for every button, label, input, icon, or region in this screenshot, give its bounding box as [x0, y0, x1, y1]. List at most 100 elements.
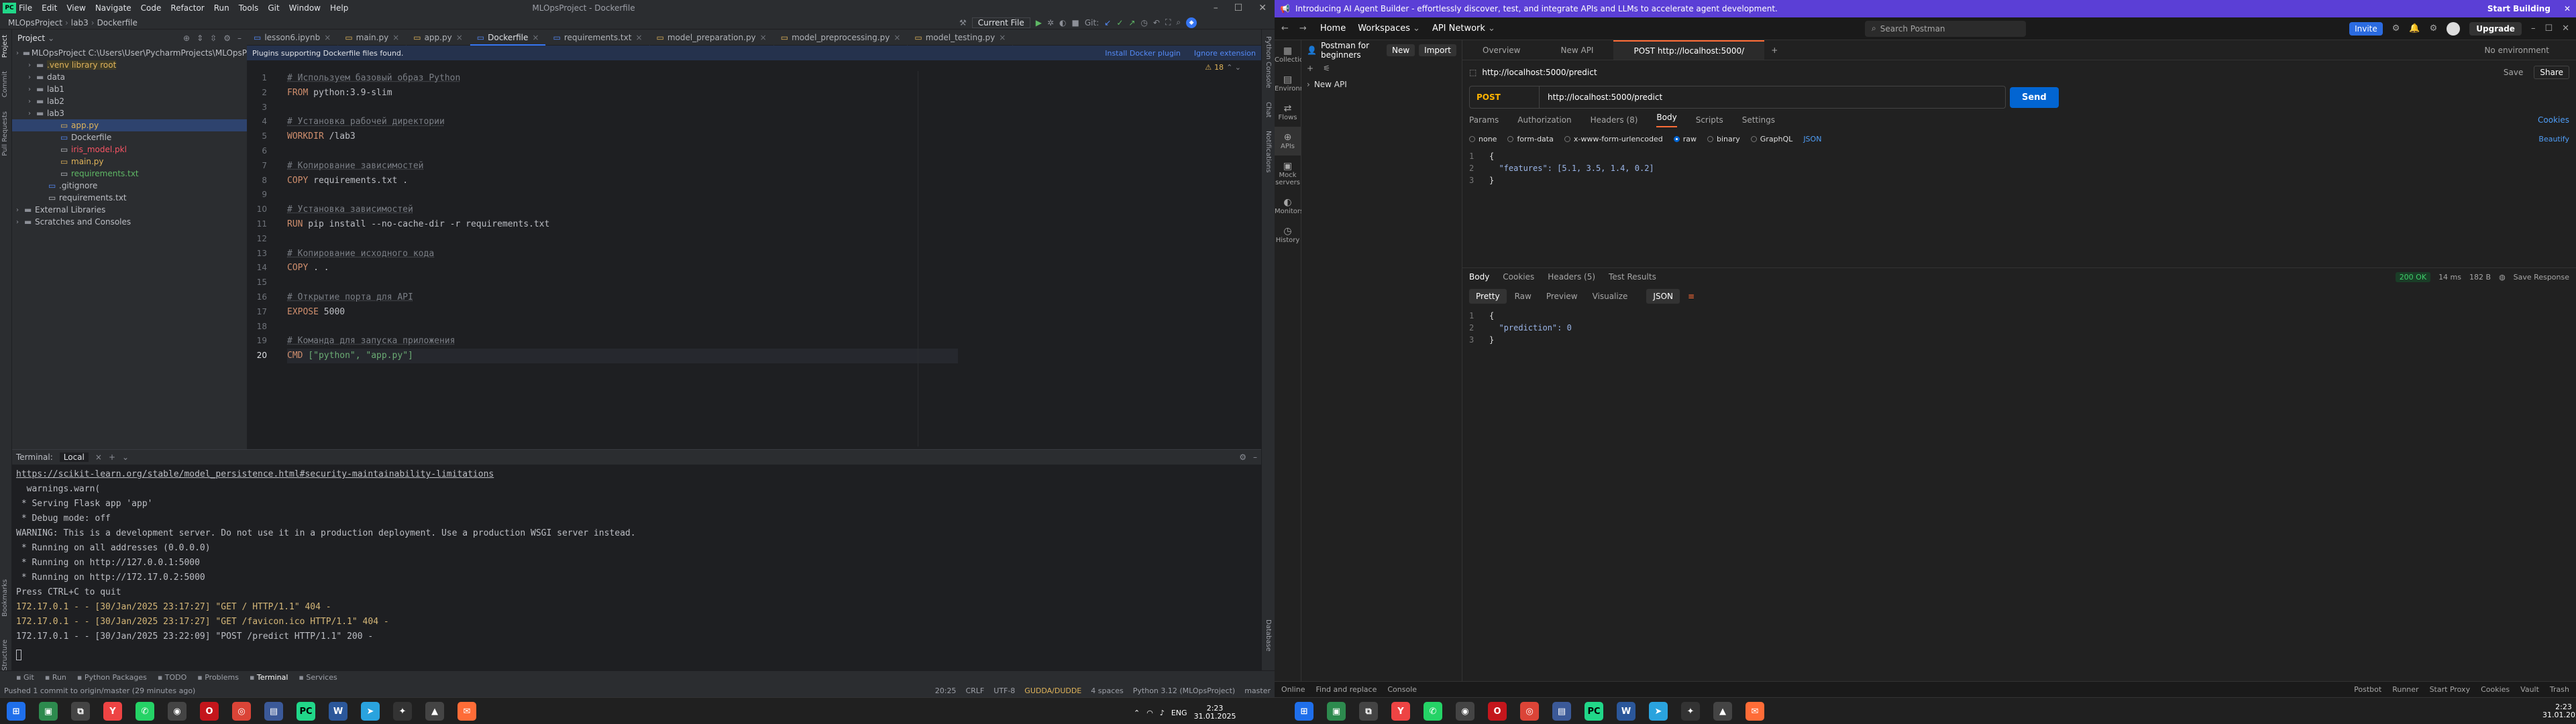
editor-tab[interactable]: ▭ model_testing.py ×	[908, 29, 1014, 46]
pycharm-taskbar-icon[interactable]: PC	[297, 702, 315, 721]
breadcrumb-file[interactable]: Dockerfile	[97, 18, 138, 27]
history-icon[interactable]: ◷	[1140, 18, 1147, 27]
terminal-dropdown-icon[interactable]: ⌄	[122, 452, 129, 462]
environment-select[interactable]: No environment	[2484, 46, 2549, 55]
tool-tab-terminal[interactable]: ▪ Terminal	[250, 673, 288, 682]
taskview-icon[interactable]: ⧉	[71, 702, 90, 721]
tool-tab-run[interactable]: ▪ Run	[45, 673, 66, 682]
git-update-icon[interactable]: ↙	[1104, 18, 1111, 27]
volume-icon[interactable]: ♪	[1160, 709, 1165, 717]
start-building-link[interactable]: Start Building	[2487, 4, 2551, 13]
menu-refactor[interactable]: Refactor	[170, 3, 204, 13]
req-tab[interactable]: Body	[1656, 113, 1677, 127]
obs-icon[interactable]: ◉	[168, 702, 186, 721]
menu-run[interactable]: Run	[214, 3, 229, 13]
pycharm-taskbar-icon-2[interactable]: PC	[1585, 702, 1603, 721]
ide-logo-icon[interactable]: ◆	[1186, 17, 1197, 28]
status-item[interactable]: GUDDA/DUDDE	[1024, 686, 1081, 695]
structure-tool-tab[interactable]: Structure	[1, 640, 9, 671]
postman-taskbar-icon-2[interactable]: ✉	[1746, 702, 1764, 721]
run-icon[interactable]: ▶	[1036, 18, 1042, 27]
hide-panel-icon[interactable]: –	[237, 34, 241, 43]
tree-item[interactable]: ▭ Dockerfile	[12, 131, 247, 143]
tab-close-icon[interactable]: ×	[635, 33, 642, 42]
inspection-widget[interactable]: ⚠ 18 ⌃ ⌄	[1205, 63, 1241, 72]
minimize-icon[interactable]: –	[1214, 3, 1218, 13]
menu-help[interactable]: Help	[330, 3, 348, 13]
menu-edit[interactable]: Edit	[42, 3, 57, 13]
save-button[interactable]: Save	[2504, 68, 2523, 77]
resp-tab[interactable]: Headers (5)	[1548, 272, 1595, 282]
breadcrumb-root[interactable]: MLOpsProject	[8, 18, 62, 27]
nav-home[interactable]: Home	[1320, 23, 1346, 34]
docker-icon[interactable]: ▤	[264, 702, 283, 721]
database-tab[interactable]: Database	[1265, 619, 1272, 652]
tree-item[interactable]: › ▬ lab2	[12, 95, 247, 107]
add-tab-icon[interactable]: +	[1764, 46, 1784, 55]
editor-tab[interactable]: ▭ app.py ×	[407, 29, 470, 46]
keyboard-lang[interactable]: ENG	[1171, 709, 1187, 717]
editor-tab[interactable]: ▭ model_preparation.py ×	[650, 29, 774, 46]
editor-tab[interactable]: ▭ model_preprocessing.py ×	[774, 29, 908, 46]
wrap-icon[interactable]: ≡	[1688, 292, 1695, 301]
invite-button[interactable]: Invite	[2349, 21, 2383, 36]
tool-tab-problems[interactable]: ▪ Problems	[197, 673, 239, 682]
pm-status-left[interactable]: Online	[1281, 685, 1305, 694]
taskview-icon-2[interactable]: ⧉	[1359, 702, 1378, 721]
body-type-radio[interactable]: none	[1469, 135, 1497, 143]
tree-item[interactable]: ▭ iris_model.pkl	[12, 143, 247, 156]
request-tab[interactable]: POST http://localhost:5000/	[1613, 40, 1765, 60]
project-tool-tab[interactable]: Project	[1, 35, 9, 58]
method-select[interactable]: POST	[1470, 86, 1540, 108]
body-type-radio[interactable]: GraphQL	[1750, 135, 1792, 143]
tree-item[interactable]: › ▬ Scratches and Consoles	[12, 216, 247, 228]
whatsapp-icon-2[interactable]: ✆	[1424, 702, 1442, 721]
tree-item[interactable]: ▭ requirements.txt	[12, 192, 247, 204]
add-icon[interactable]: +	[1307, 64, 1313, 73]
sidebar-mock-servers[interactable]: ▣ Mock servers	[1275, 156, 1301, 192]
pm-status-left[interactable]: Console	[1387, 685, 1417, 694]
maximize-icon[interactable]: ☐	[1234, 3, 1243, 13]
workspace-name[interactable]: Postman for beginners	[1321, 41, 1387, 60]
editor-tab[interactable]: ▭ lesson6.ipynb ×	[247, 29, 339, 46]
app2-icon[interactable]: ▲	[425, 702, 444, 721]
pull-requests-tool-tab[interactable]: Pull Requests	[1, 111, 9, 156]
forward-icon[interactable]: →	[1299, 23, 1307, 34]
request-body-editor[interactable]: 1{2 "features": [5.1, 3.5, 1.4, 0.2] 3}	[1462, 147, 2576, 268]
tree-item[interactable]: ▭ .gitignore	[12, 180, 247, 192]
pm-status-right[interactable]: Runner	[2392, 685, 2418, 694]
bell-icon[interactable]: 🔔	[2409, 23, 2420, 34]
tray-chevron-icon[interactable]: ⌃	[1134, 709, 1140, 717]
send-button[interactable]: Send	[2010, 86, 2059, 108]
store-icon[interactable]: ▣	[39, 702, 58, 721]
filter-icon[interactable]: ⚟	[1323, 64, 1330, 73]
sidebar-monitors[interactable]: ◐ Monitors	[1275, 192, 1303, 221]
sidebar-apis[interactable]: ⊕ APIs	[1275, 127, 1301, 156]
nav-api-network[interactable]: API Network	[1432, 23, 1485, 34]
yandex-icon-2[interactable]: Y	[1391, 702, 1410, 721]
app2-icon-2[interactable]: ▲	[1713, 702, 1732, 721]
opera-icon[interactable]: O	[200, 702, 219, 721]
notifications-tab[interactable]: Notifications	[1265, 131, 1272, 173]
git-commit-icon[interactable]: ✓	[1116, 18, 1123, 27]
req-tab[interactable]: Settings	[1742, 115, 1775, 125]
tree-item[interactable]: › ▬ lab3	[12, 107, 247, 119]
globe-icon[interactable]: ◍	[2499, 273, 2506, 282]
import-button[interactable]: Import	[1419, 44, 1456, 56]
menu-navigate[interactable]: Navigate	[95, 3, 131, 13]
request-tab[interactable]: New API	[1541, 40, 1614, 60]
clock-date[interactable]: 31.01.2025	[1194, 713, 1236, 721]
view-tab[interactable]: Preview	[1540, 289, 1585, 304]
terminal-output[interactable]: https://scikit-learn.org/stable/model_pe…	[12, 465, 1261, 647]
search-everywhere-icon[interactable]: ⌕	[1176, 17, 1181, 27]
status-item[interactable]: UTF-8	[994, 686, 1015, 695]
menu-window[interactable]: Window	[289, 3, 321, 13]
install-plugin-link[interactable]: Install Docker plugin	[1105, 49, 1181, 58]
terminal-settings-icon[interactable]: ⚙	[1239, 452, 1246, 462]
tree-item[interactable]: ▭ requirements.txt	[12, 168, 247, 180]
git-push-icon[interactable]: ↗	[1128, 18, 1135, 27]
menu-git[interactable]: Git	[268, 3, 279, 13]
breadcrumb-folder[interactable]: lab3	[71, 18, 89, 27]
status-message[interactable]: Pushed 1 commit to origin/master (29 min…	[4, 686, 195, 695]
avatar[interactable]	[2447, 21, 2461, 36]
